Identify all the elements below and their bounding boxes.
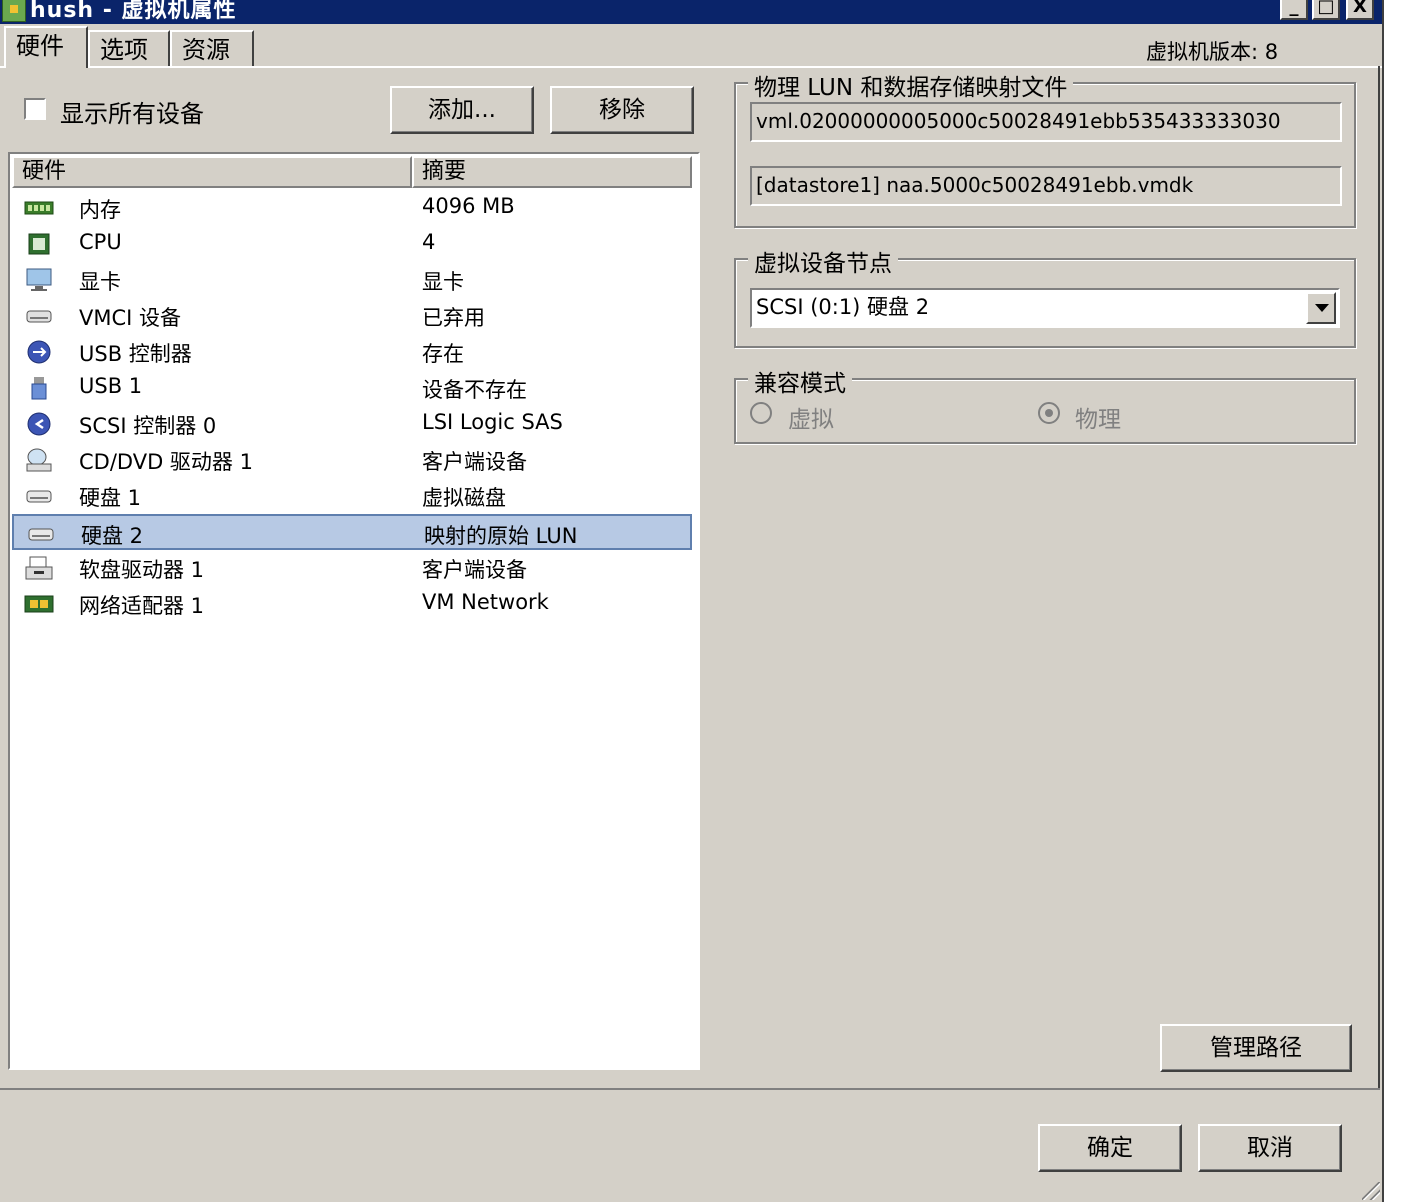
row-name: 硬盘 2 xyxy=(81,524,144,548)
row-summary: 客户端设备 xyxy=(422,558,527,582)
column-header-hardware[interactable]: 硬件 xyxy=(12,156,412,188)
scsi-controller-icon xyxy=(24,412,54,436)
row-summary: VM Network xyxy=(422,590,549,614)
row-name: SCSI 控制器 0 xyxy=(79,414,217,438)
table-row[interactable]: 软盘驱动器 1 客户端设备 xyxy=(12,550,692,586)
resize-grip-icon[interactable] xyxy=(1362,1182,1380,1200)
row-summary: 客户端设备 xyxy=(422,450,527,474)
vm-properties-dialog: hush - 虚拟机属性 _ □ X 硬件 选项 资源 虚拟机版本: 8 显示所… xyxy=(0,0,1384,1202)
row-summary: LSI Logic SAS xyxy=(422,410,563,434)
lun-mapping-legend: 物理 LUN 和数据存储映射文件 xyxy=(748,68,1074,102)
row-summary: 映射的原始 LUN xyxy=(424,524,578,548)
memory-icon xyxy=(24,196,54,220)
add-button[interactable]: 添加... xyxy=(390,86,534,134)
row-summary: 存在 xyxy=(422,342,464,366)
row-summary: 显卡 xyxy=(422,270,464,294)
tab-resources[interactable]: 资源 xyxy=(170,30,254,66)
table-row[interactable]: USB 1 设备不存在 xyxy=(12,370,692,406)
hardware-list[interactable]: 硬件 摘要 内存 4096 MB CPU 4 显卡 显卡 VMCI 设备 已弃用 USB 控制器… xyxy=(8,152,700,1070)
device-node-value: SCSI (0:1) 硬盘 2 xyxy=(756,295,930,319)
hard-disk-icon xyxy=(24,484,54,508)
device-node-legend: 虚拟设备节点 xyxy=(748,244,898,278)
panel-border-bottom xyxy=(0,1088,1380,1090)
chevron-down-icon[interactable] xyxy=(1306,292,1336,324)
table-row[interactable]: 网络适配器 1 VM Network xyxy=(12,586,692,622)
vm-version-label: 虚拟机版本: 8 xyxy=(1146,40,1279,64)
cancel-button[interactable]: 取消 xyxy=(1198,1124,1342,1172)
radio-physical-label: 物理 xyxy=(1075,407,1121,433)
column-header-summary[interactable]: 摘要 xyxy=(412,156,692,188)
row-name: CPU xyxy=(79,230,122,254)
display-icon xyxy=(24,268,54,292)
show-all-devices-checkbox[interactable] xyxy=(24,98,46,120)
title-bar[interactable]: hush - 虚拟机属性 _ □ X xyxy=(0,0,1382,24)
row-name: 显卡 xyxy=(79,270,121,294)
row-summary: 4 xyxy=(422,230,436,254)
table-row[interactable]: 硬盘 2 映射的原始 LUN xyxy=(12,514,692,550)
row-name: 内存 xyxy=(79,198,121,222)
cd-dvd-icon xyxy=(24,448,54,472)
row-summary: 虚拟磁盘 xyxy=(422,486,506,510)
ok-button[interactable]: 确定 xyxy=(1038,1124,1182,1172)
lun-id-field[interactable]: vml.02000000005000c50028491ebb5354333330… xyxy=(750,102,1342,142)
minimize-button[interactable]: _ xyxy=(1280,0,1308,20)
show-all-devices-label: 显示所有设备 xyxy=(60,100,204,128)
mapping-file-field[interactable]: [datastore1] naa.5000c50028491ebb.vmdk xyxy=(750,166,1342,206)
row-summary: 4096 MB xyxy=(422,194,515,218)
tab-hardware[interactable]: 硬件 xyxy=(4,26,88,68)
network-adapter-icon xyxy=(24,592,54,616)
row-name: 软盘驱动器 1 xyxy=(79,558,205,582)
floppy-icon xyxy=(24,556,54,580)
radio-physical[interactable] xyxy=(1038,402,1060,424)
row-summary: 设备不存在 xyxy=(422,378,527,402)
usb-controller-icon xyxy=(24,340,54,364)
table-row[interactable]: SCSI 控制器 0 LSI Logic SAS xyxy=(12,406,692,442)
row-name: 硬盘 1 xyxy=(79,486,142,510)
close-button[interactable]: X xyxy=(1346,0,1374,20)
row-name: USB 控制器 xyxy=(79,342,192,366)
row-name: CD/DVD 驱动器 1 xyxy=(79,450,253,474)
row-name: 网络适配器 1 xyxy=(79,594,205,618)
device-node-select[interactable]: SCSI (0:1) 硬盘 2 xyxy=(750,288,1340,328)
table-row[interactable]: USB 控制器 存在 xyxy=(12,334,692,370)
remove-button[interactable]: 移除 xyxy=(550,86,694,134)
row-summary: 已弃用 xyxy=(422,306,485,330)
table-row[interactable]: CPU 4 xyxy=(12,226,692,262)
app-icon xyxy=(2,0,26,22)
tab-divider xyxy=(0,66,1382,68)
tab-options[interactable]: 选项 xyxy=(88,30,170,66)
maximize-button[interactable]: □ xyxy=(1312,0,1340,20)
table-row[interactable]: VMCI 设备 已弃用 xyxy=(12,298,692,334)
manage-paths-button[interactable]: 管理路径 xyxy=(1160,1024,1352,1072)
radio-virtual-label: 虚拟 xyxy=(788,407,834,433)
table-row[interactable]: 硬盘 1 虚拟磁盘 xyxy=(12,478,692,514)
row-name: USB 1 xyxy=(79,374,143,398)
table-row[interactable]: CD/DVD 驱动器 1 客户端设备 xyxy=(12,442,692,478)
vmci-device-icon xyxy=(24,304,54,328)
cpu-icon xyxy=(24,232,54,256)
compat-mode-legend: 兼容模式 xyxy=(748,364,852,398)
panel-border xyxy=(1378,66,1380,1090)
hard-disk-icon xyxy=(26,522,56,546)
window-title: hush - 虚拟机属性 xyxy=(30,0,237,23)
table-row[interactable]: 内存 4096 MB xyxy=(12,190,692,226)
row-name: VMCI 设备 xyxy=(79,306,182,330)
radio-virtual[interactable] xyxy=(750,402,772,424)
table-row[interactable]: 显卡 显卡 xyxy=(12,262,692,298)
usb-device-icon xyxy=(24,376,54,400)
